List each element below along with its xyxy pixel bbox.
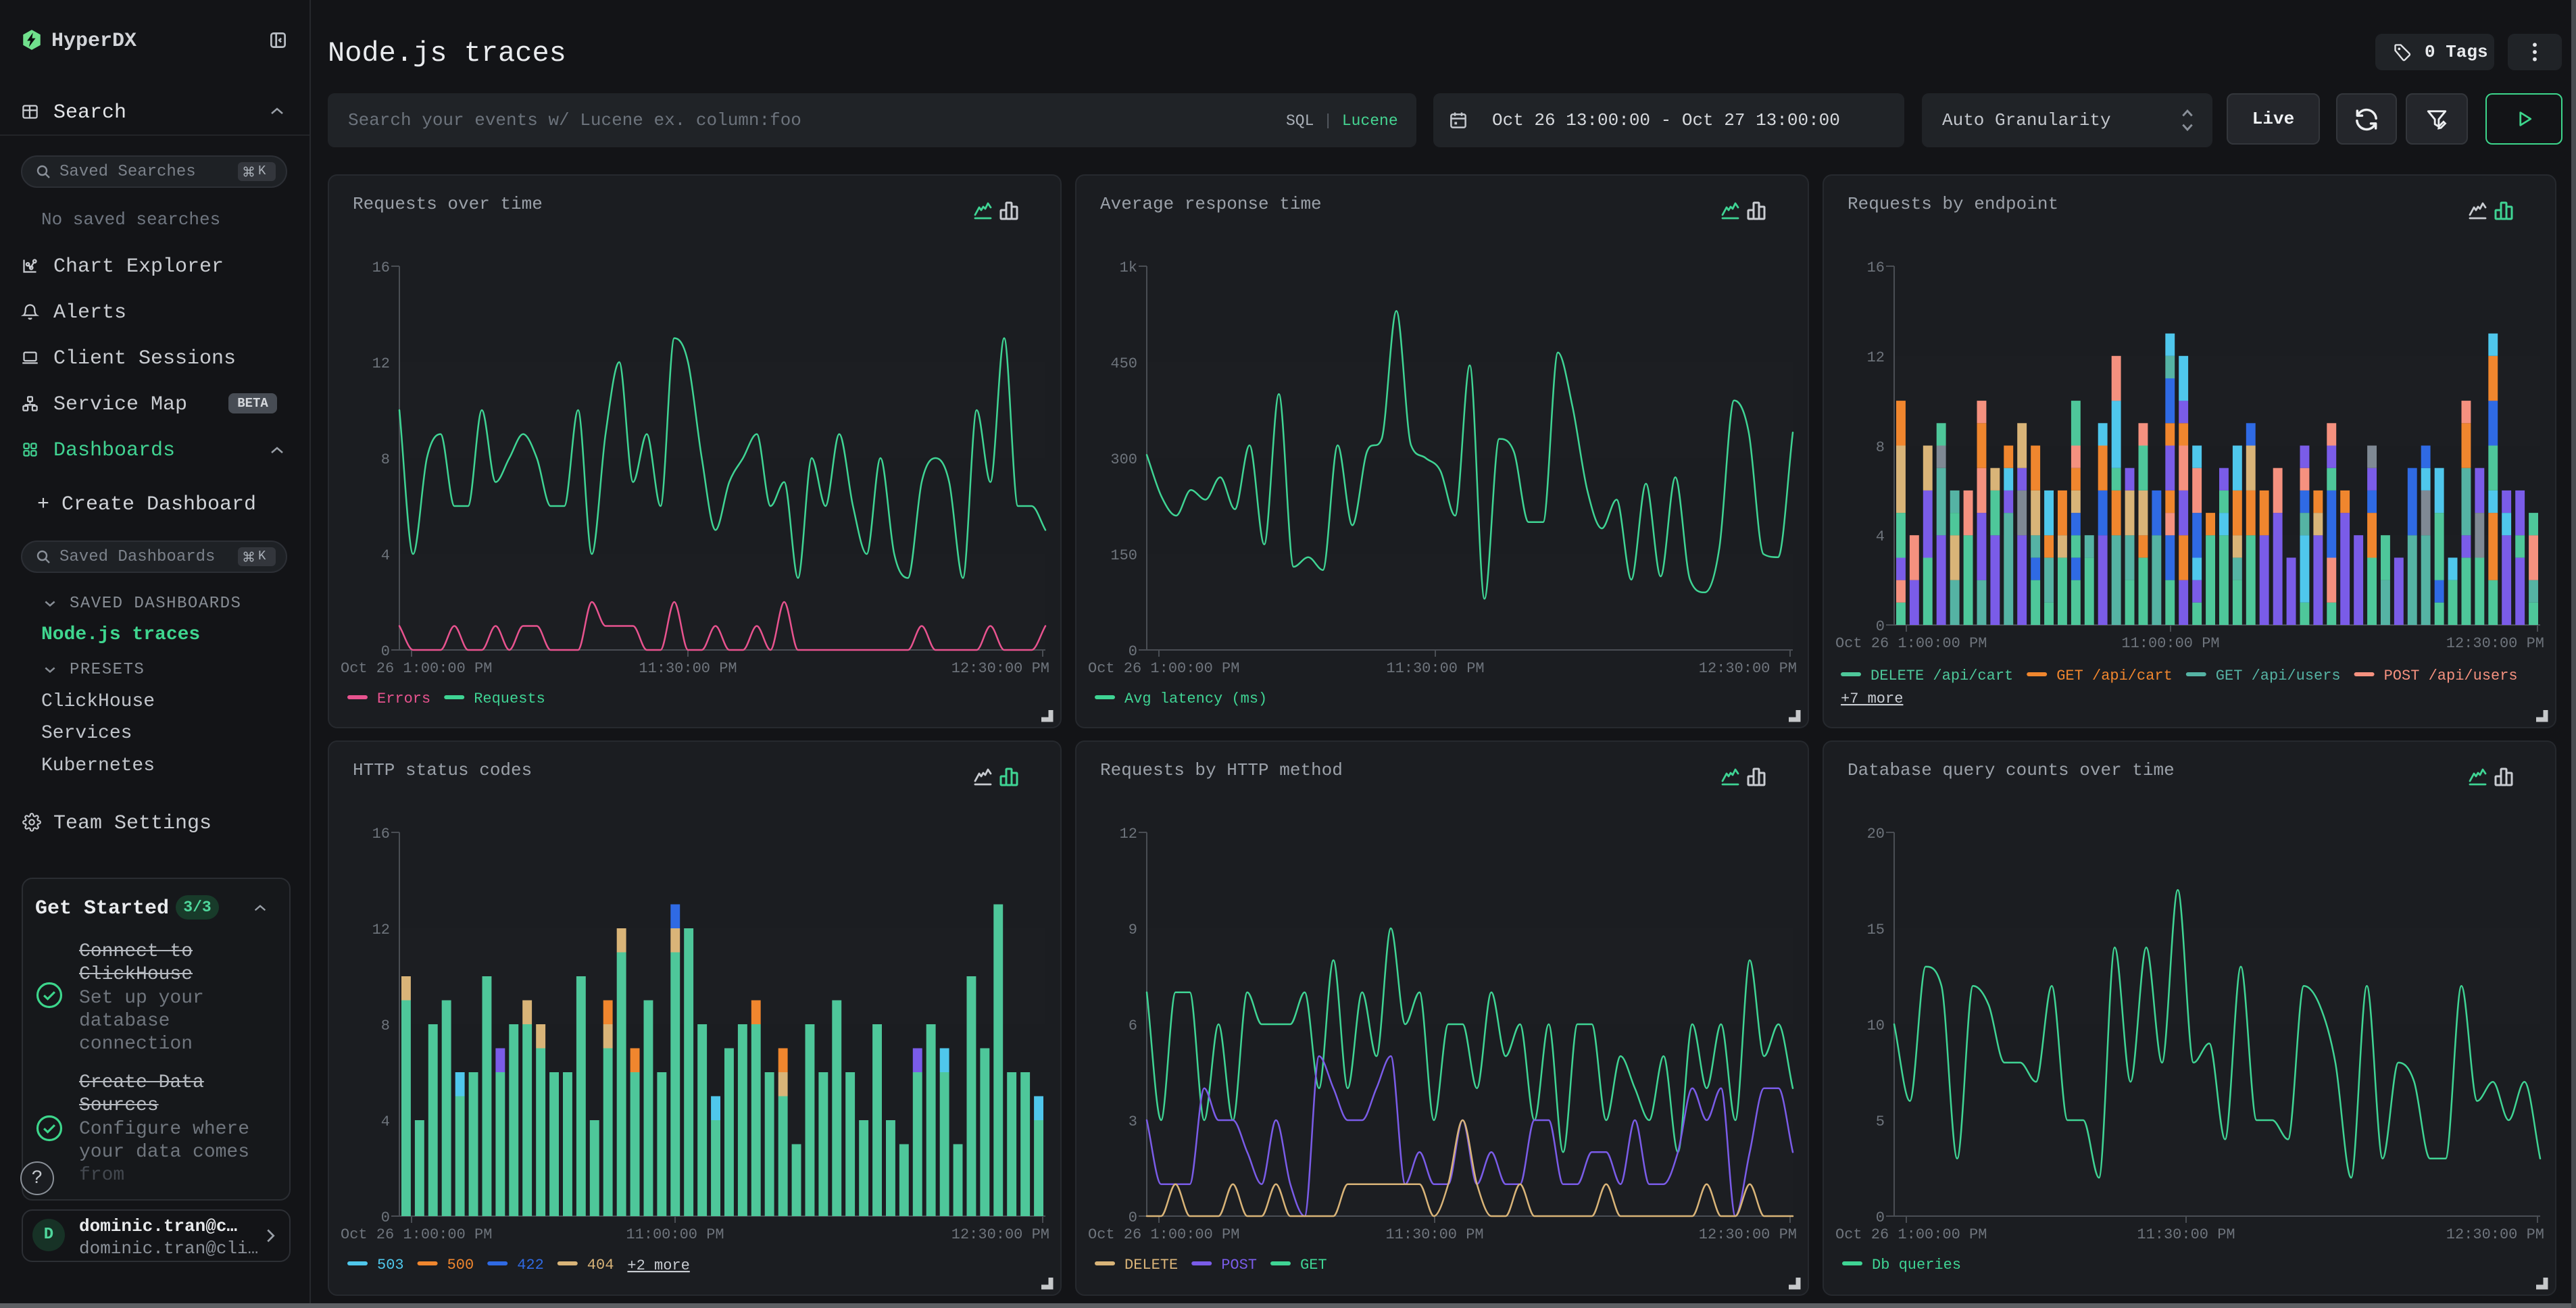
svg-text:20: 20: [1867, 826, 1885, 842]
svg-text:0: 0: [1129, 1209, 1137, 1226]
svg-text:0: 0: [381, 643, 390, 660]
svg-text:+7 more: +7 more: [1841, 690, 1903, 707]
svg-text:11:30:00 PM: 11:30:00 PM: [639, 660, 737, 677]
svg-text:11:30:00 PM: 11:30:00 PM: [1386, 660, 1484, 677]
svg-text:12: 12: [1120, 826, 1137, 842]
svg-text:Oct 26 1:00:00 PM: Oct 26 1:00:00 PM: [1835, 1226, 1987, 1243]
svg-text:11:30:00 PM: 11:30:00 PM: [2137, 1226, 2235, 1243]
svg-text:Oct 26 1:00:00 PM: Oct 26 1:00:00 PM: [1088, 660, 1239, 677]
svg-text:9: 9: [1129, 922, 1137, 938]
svg-text:12: 12: [372, 922, 390, 938]
svg-text:3: 3: [1129, 1113, 1137, 1130]
svg-text:1k: 1k: [1120, 259, 1137, 276]
svg-text:Errors: Errors: [377, 690, 430, 707]
svg-text:0: 0: [1876, 1209, 1885, 1226]
svg-text:12:30:00 PM: 12:30:00 PM: [2446, 635, 2544, 652]
svg-text:HTTP status codes: HTTP status codes: [353, 760, 532, 780]
svg-text:404: 404: [587, 1257, 614, 1274]
svg-text:0: 0: [1129, 643, 1137, 660]
svg-text:500: 500: [447, 1257, 474, 1274]
svg-text:Oct 26 1:00:00 PM: Oct 26 1:00:00 PM: [1088, 1226, 1239, 1243]
svg-text:Requests by endpoint: Requests by endpoint: [1848, 194, 2058, 214]
svg-text:12:30:00 PM: 12:30:00 PM: [951, 660, 1049, 677]
svg-text:Avg latency (ms): Avg latency (ms): [1124, 690, 1267, 707]
svg-text:12: 12: [1867, 349, 1885, 366]
svg-text:16: 16: [1867, 259, 1885, 276]
svg-text:450: 450: [1110, 355, 1137, 372]
svg-text:300: 300: [1110, 451, 1137, 468]
svg-text:Requests over time: Requests over time: [353, 194, 543, 214]
svg-text:6: 6: [1129, 1017, 1137, 1034]
svg-text:16: 16: [372, 826, 390, 842]
svg-text:150: 150: [1110, 547, 1137, 564]
svg-text:8: 8: [381, 451, 390, 468]
svg-text:8: 8: [1876, 439, 1885, 456]
svg-text:Oct 26 1:00:00 PM: Oct 26 1:00:00 PM: [341, 1226, 492, 1243]
svg-text:POST /api/users: POST /api/users: [2384, 668, 2518, 684]
svg-text:503: 503: [377, 1257, 404, 1274]
svg-text:Oct 26 1:00:00 PM: Oct 26 1:00:00 PM: [341, 660, 492, 677]
svg-text:12:30:00 PM: 12:30:00 PM: [1699, 1226, 1797, 1243]
svg-text:12:30:00 PM: 12:30:00 PM: [1699, 660, 1797, 677]
svg-text:0: 0: [1876, 618, 1885, 635]
svg-text:15: 15: [1867, 922, 1885, 938]
svg-text:Db queries: Db queries: [1872, 1257, 1961, 1274]
svg-text:Oct 26 1:00:00 PM: Oct 26 1:00:00 PM: [1835, 635, 1987, 652]
svg-text:11:30:00 PM: 11:30:00 PM: [1385, 1226, 1483, 1243]
svg-text:4: 4: [381, 1113, 390, 1130]
svg-text:16: 16: [372, 259, 390, 276]
svg-text:4: 4: [1876, 528, 1885, 545]
svg-text:4: 4: [381, 547, 390, 564]
svg-text:12: 12: [372, 355, 390, 372]
svg-text:Requests: Requests: [474, 690, 545, 707]
svg-text:10: 10: [1867, 1017, 1885, 1034]
svg-text:0: 0: [381, 1209, 390, 1226]
svg-text:11:00:00 PM: 11:00:00 PM: [626, 1226, 724, 1243]
svg-text:DELETE: DELETE: [1124, 1257, 1178, 1274]
svg-text:12:30:00 PM: 12:30:00 PM: [951, 1226, 1049, 1243]
svg-text:Database query counts over tim: Database query counts over time: [1848, 760, 2175, 780]
svg-text:+2 more: +2 more: [627, 1257, 689, 1274]
svg-text:GET /api/cart: GET /api/cart: [2056, 668, 2173, 684]
svg-text:POST: POST: [1221, 1257, 1257, 1274]
svg-text:11:00:00 PM: 11:00:00 PM: [2121, 635, 2219, 652]
svg-text:GET /api/users: GET /api/users: [2216, 668, 2341, 684]
svg-text:5: 5: [1876, 1113, 1885, 1130]
svg-text:Average response time: Average response time: [1100, 194, 1322, 214]
svg-text:8: 8: [381, 1017, 390, 1034]
svg-text:Requests by HTTP method: Requests by HTTP method: [1100, 760, 1343, 780]
svg-text:GET: GET: [1300, 1257, 1327, 1274]
svg-text:422: 422: [517, 1257, 544, 1274]
svg-text:DELETE /api/cart: DELETE /api/cart: [1871, 668, 2013, 684]
svg-text:12:30:00 PM: 12:30:00 PM: [2446, 1226, 2544, 1243]
